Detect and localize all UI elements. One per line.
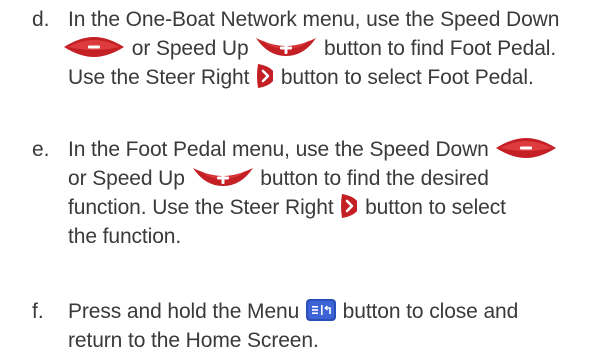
speed-up-button-icon bbox=[254, 36, 318, 58]
text-line: the function. bbox=[68, 222, 598, 251]
text-segment: Use the Steer Right bbox=[68, 66, 256, 89]
text-segment: button to find the desired bbox=[254, 167, 489, 190]
menu-button-icon bbox=[305, 298, 337, 322]
text-segment: button to select bbox=[359, 196, 506, 219]
step-marker: d. bbox=[32, 8, 50, 31]
text-segment: button to close and bbox=[336, 300, 519, 323]
step-marker: f. bbox=[32, 300, 44, 323]
text-line: return to the Home Screen. bbox=[68, 326, 598, 355]
text-segment: or Speed Up bbox=[126, 37, 255, 60]
text-line: Press and hold the Menu button to close … bbox=[68, 297, 598, 326]
text-segment: In the One-Boat Network menu, use the Sp… bbox=[68, 8, 560, 31]
steer-right-button-icon bbox=[339, 193, 359, 219]
speed-down-button-icon bbox=[494, 137, 558, 159]
text-line: In the One-Boat Network menu, use the Sp… bbox=[68, 5, 598, 34]
step-text: In the Foot Pedal menu, use the Speed Do… bbox=[68, 135, 598, 251]
text-segment: button to find Foot Pedal. bbox=[318, 37, 557, 60]
text-line: or Speed Up button to find Foot Pedal. bbox=[64, 34, 598, 63]
steer-right-button-icon bbox=[255, 63, 275, 89]
step-marker: e. bbox=[32, 138, 50, 161]
text-segment: function. Use the Steer Right bbox=[68, 196, 340, 219]
step-text: Press and hold the Menu button to close … bbox=[68, 297, 598, 355]
text-segment: return to the Home Screen. bbox=[68, 329, 319, 352]
text-segment: Press and hold the Menu bbox=[68, 300, 305, 323]
text-line: Use the Steer Right button to select Foo… bbox=[68, 63, 598, 92]
text-line: or Speed Up button to find the desired bbox=[68, 164, 598, 193]
text-line: In the Foot Pedal menu, use the Speed Do… bbox=[68, 135, 598, 164]
text-line: function. Use the Steer Right button to … bbox=[68, 193, 598, 222]
text-segment: the function. bbox=[68, 225, 182, 248]
step-text: In the One-Boat Network menu, use the Sp… bbox=[64, 5, 598, 92]
text-segment: In the Foot Pedal menu, use the Speed Do… bbox=[68, 138, 495, 161]
speed-up-button-icon bbox=[191, 166, 255, 188]
text-segment: button to select Foot Pedal. bbox=[275, 66, 534, 89]
speed-down-button-icon bbox=[62, 36, 126, 58]
text-segment: or Speed Up bbox=[68, 167, 191, 190]
